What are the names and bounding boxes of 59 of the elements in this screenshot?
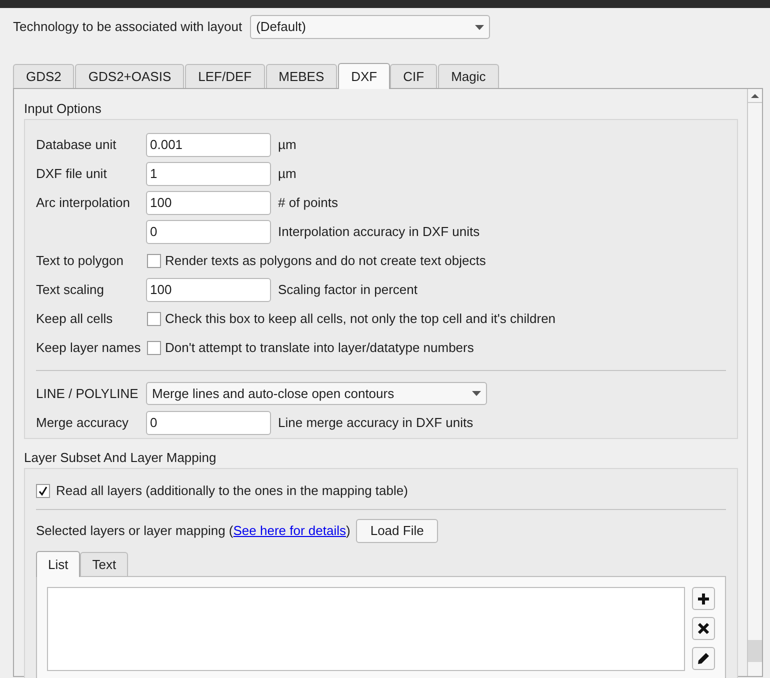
edit-button[interactable] [692, 647, 715, 670]
checkbox[interactable] [147, 312, 161, 326]
field-label: Merge accuracy [36, 414, 128, 430]
tab[interactable]: Magic [438, 64, 499, 88]
input-field[interactable]: 100 [146, 278, 271, 302]
technology-dropdown[interactable]: (Default) [250, 15, 490, 39]
unit-label: Interpolation accuracy in DXF units [278, 222, 480, 241]
field-label: Arc interpolation [36, 194, 130, 210]
check-icon [38, 486, 48, 496]
technology-label: Technology to be associated with layout [13, 18, 242, 36]
caret-icon [475, 24, 484, 30]
field-label: Text scaling [36, 282, 104, 297]
tab[interactable]: List [36, 551, 80, 577]
checkbox-label: Don't attempt to translate into layer/datatype numbers [165, 338, 474, 357]
checkbox[interactable] [147, 254, 161, 268]
add-button[interactable] [692, 587, 715, 610]
line-mode-dropdown[interactable]: Merge lines and auto-close open contours [146, 382, 487, 405]
input-field[interactable]: 100 [146, 190, 271, 214]
field-label: Keep layer names [36, 340, 141, 355]
tab[interactable]: GDS2+OASIS [75, 64, 184, 88]
tab[interactable]: DXF [338, 63, 390, 89]
section-title: Input Options [24, 100, 102, 117]
scrollbar[interactable] [747, 89, 762, 676]
add-icon [697, 592, 710, 606]
pencil-icon [697, 652, 710, 666]
input-field[interactable]: 0 [146, 410, 271, 434]
input-field[interactable]: 1 [146, 162, 271, 186]
scrollbar-thumb[interactable] [748, 640, 762, 662]
input-field[interactable]: 0.001 [146, 132, 271, 156]
tab[interactable]: GDS2 [13, 64, 74, 88]
field-label: Database unit [36, 136, 116, 152]
checkbox[interactable] [147, 340, 161, 354]
field-label: LINE / POLYLINE [36, 386, 138, 401]
delete-button[interactable] [692, 617, 715, 640]
checkbox-label: Read all layers (additionally to the ones in the mapping table) [56, 482, 408, 500]
close-icon [697, 622, 710, 636]
field-label: DXF file unit [36, 166, 107, 181]
details-link[interactable]: See here for details [233, 523, 346, 538]
checkbox[interactable] [36, 484, 50, 498]
checkbox-label: Render texts as polygons and do not create text objects [165, 252, 486, 270]
unit-label: Scaling factor in percent [278, 280, 418, 299]
field-label: Text to polygon [36, 252, 124, 268]
input-field[interactable]: 0 [146, 220, 271, 244]
layer-list[interactable] [47, 587, 685, 671]
section-title: Layer Subset And Layer Mapping [24, 449, 218, 466]
checkbox-label: Check this box to keep all cells, not only the top cell and it's children [165, 310, 556, 328]
load-file-button[interactable]: Load File [356, 519, 438, 543]
unit-label: # of points [278, 194, 338, 212]
tab[interactable]: MEBES [266, 64, 338, 88]
mapping-label: Selected layers or layer mapping (See here for details) [36, 522, 350, 540]
caret-icon [472, 391, 481, 396]
field-label: Keep all cells [36, 310, 113, 326]
unit-label: µm [278, 136, 296, 154]
unit-label: Line merge accuracy in DXF units [278, 414, 474, 432]
tab[interactable]: CIF [390, 64, 438, 88]
tab[interactable]: LEF/DEF [185, 64, 265, 88]
unit-label: µm [278, 164, 296, 183]
tab[interactable]: Text [80, 552, 128, 576]
scroll-up-icon[interactable] [751, 94, 759, 98]
